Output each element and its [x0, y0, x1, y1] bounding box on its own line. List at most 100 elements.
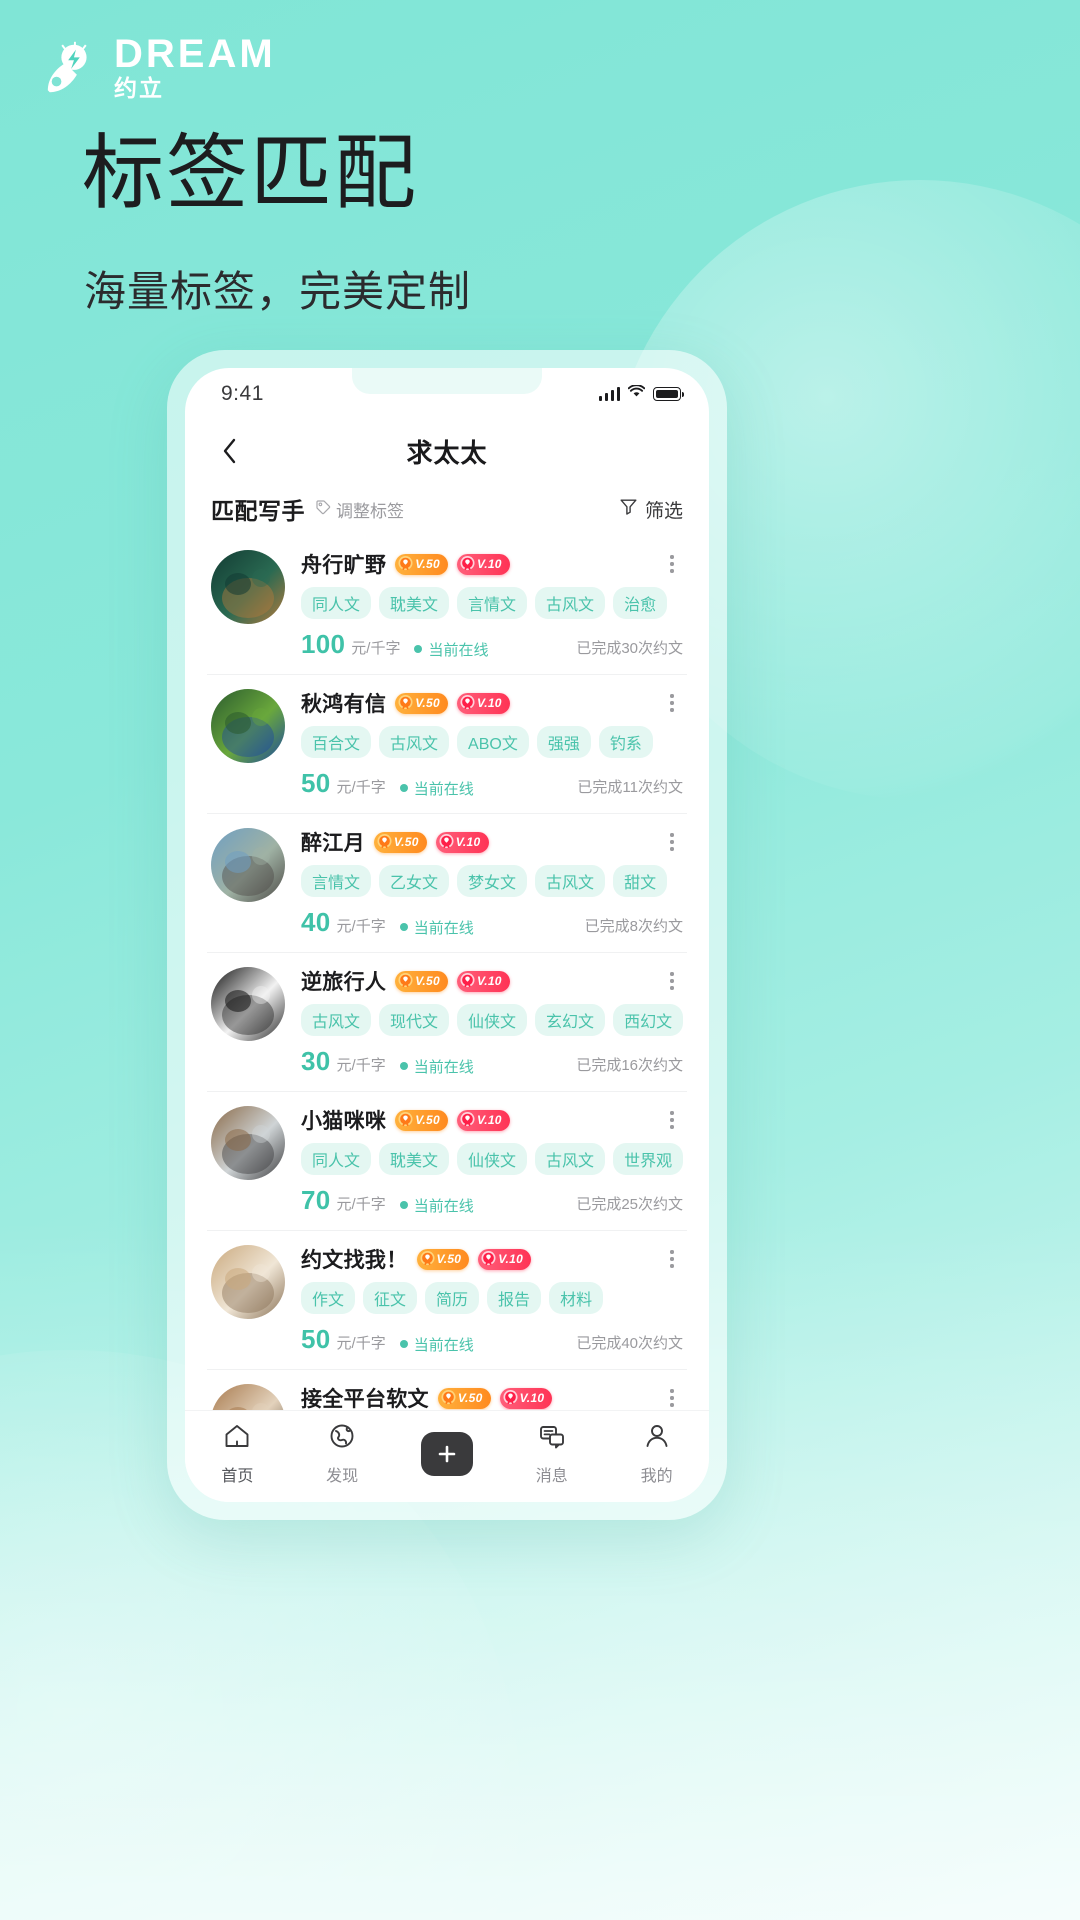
- writer-name: 舟行旷野: [301, 554, 387, 577]
- writer-row[interactable]: 醉江月 V.50 V.10 言情文 乙女文 梦女文 古风文 甜文 40 元/千字 当前在…: [207, 814, 687, 953]
- back-button[interactable]: [213, 434, 247, 468]
- writer-tag-list: 作文 征文 简历 报告 材料: [301, 1282, 683, 1314]
- writer-name: 醉江月: [301, 832, 365, 855]
- writer-row[interactable]: 逆旅行人 V.50 V.10 古风文 现代文 仙侠文 玄幻文 西幻文 30 元/千字 当…: [207, 953, 687, 1092]
- adjust-tags-label: 调整标签: [336, 501, 404, 521]
- writer-price-unit: 元/千字: [336, 1196, 386, 1213]
- avatar[interactable]: [211, 828, 285, 902]
- writer-tag[interactable]: 简历: [425, 1282, 480, 1314]
- writer-tag[interactable]: 百合文: [301, 726, 372, 758]
- writer-tag[interactable]: 耽美文: [379, 587, 450, 619]
- more-options-icon[interactable]: [661, 1386, 683, 1410]
- online-dot-icon: [399, 1062, 408, 1070]
- writer-tag[interactable]: 仙侠文: [457, 1004, 528, 1036]
- writer-tag[interactable]: 西幻文: [613, 1004, 683, 1036]
- writer-tag[interactable]: 治愈: [613, 587, 668, 619]
- plus-icon[interactable]: [420, 1431, 473, 1476]
- tab-user[interactable]: 我的: [617, 1421, 697, 1486]
- level-badge-p: V.10: [457, 1109, 510, 1131]
- tab-globe[interactable]: 发现: [302, 1421, 382, 1486]
- bottom-tab-bar[interactable]: 首页 发现 消息 我的: [185, 1410, 709, 1502]
- level-badge-v: V.50: [373, 831, 427, 853]
- writer-online-status: 当前在线: [399, 917, 474, 938]
- signal-bars-icon: [598, 387, 620, 401]
- writer-name: 逆旅行人: [301, 971, 387, 994]
- phone-notch: [352, 368, 542, 394]
- avatar[interactable]: [211, 689, 285, 763]
- writer-row[interactable]: 秋鸿有信 V.50 V.10 百合文 古风文 ABO文 强强 钓系 50 元/千字 当前…: [207, 675, 687, 814]
- more-options-icon[interactable]: [661, 1108, 683, 1132]
- writer-tag[interactable]: 古风文: [379, 726, 450, 758]
- writer-tag[interactable]: 言情文: [457, 587, 528, 619]
- more-options-icon[interactable]: [661, 969, 683, 993]
- writer-row[interactable]: 小猫咪咪 V.50 V.10 同人文 耽美文 仙侠文 古风文 世界观 70 元/千字 当…: [207, 1092, 687, 1231]
- filter-label: 筛选: [644, 500, 683, 522]
- level-badge-p: V.10: [435, 831, 489, 853]
- level-badge-p: V.10: [499, 1387, 553, 1409]
- filter-button[interactable]: 筛选: [619, 496, 683, 523]
- avatar[interactable]: [211, 1106, 285, 1180]
- avatar[interactable]: [211, 1245, 285, 1319]
- avatar[interactable]: [211, 550, 285, 624]
- more-options-icon[interactable]: [661, 1247, 683, 1271]
- writer-tag[interactable]: 报告: [487, 1282, 542, 1314]
- writer-tag[interactable]: 强强: [536, 726, 591, 758]
- writer-tag[interactable]: 古风文: [535, 865, 606, 897]
- brand-sub: 约立: [114, 75, 164, 101]
- writer-tag[interactable]: 耽美文: [379, 1143, 450, 1175]
- writer-tag[interactable]: 征文: [363, 1282, 418, 1314]
- home-icon: [222, 1421, 252, 1456]
- writer-list[interactable]: 舟行旷野 V.50 V.10 同人文 耽美文 言情文 古风文 治愈 100 元/千字 当…: [185, 536, 709, 1410]
- writer-completed-count: 已完成25次约文: [576, 1196, 683, 1213]
- battery-full-icon: [653, 387, 684, 401]
- rocket-bulb-logo-icon: [42, 36, 104, 98]
- tab-create[interactable]: [407, 1431, 487, 1476]
- writer-tag-list: 古风文 现代文 仙侠文 玄幻文 西幻文: [301, 1004, 683, 1036]
- tab-home[interactable]: 首页: [197, 1421, 277, 1486]
- writer-tag[interactable]: 世界观: [613, 1143, 683, 1175]
- writer-online-status: 当前在线: [399, 1195, 474, 1216]
- brand-word: DREAM: [114, 32, 276, 76]
- writer-tag[interactable]: 同人文: [301, 1143, 372, 1175]
- level-badge-p: V.10: [457, 970, 510, 992]
- tab-message[interactable]: 消息: [512, 1421, 592, 1486]
- writer-tag[interactable]: ABO文: [457, 726, 529, 758]
- writer-price: 70: [301, 1185, 331, 1215]
- more-options-icon[interactable]: [661, 830, 683, 854]
- writer-price-unit: 元/千字: [336, 1057, 386, 1074]
- writer-tag[interactable]: 同人文: [301, 587, 372, 619]
- writer-tag[interactable]: 古风文: [301, 1004, 372, 1036]
- writer-tag[interactable]: 乙女文: [379, 865, 450, 897]
- writer-name: 秋鸿有信: [301, 693, 387, 716]
- avatar[interactable]: [211, 1384, 285, 1410]
- writer-tag[interactable]: 梦女文: [457, 865, 528, 897]
- writer-tag[interactable]: 材料: [549, 1282, 604, 1314]
- writer-tag[interactable]: 玄幻文: [535, 1004, 606, 1036]
- level-badge-v: V.50: [395, 692, 448, 714]
- writer-price-unit: 元/千字: [351, 640, 401, 657]
- writer-tag[interactable]: 甜文: [613, 865, 668, 897]
- status-time: 9:41: [221, 382, 264, 405]
- writer-tag[interactable]: 作文: [301, 1282, 356, 1314]
- level-badge-p: V.10: [457, 553, 510, 575]
- writer-row[interactable]: 约文找我！ V.50 V.10 作文 征文 简历 报告 材料 50 元/千字 当前在线 …: [207, 1231, 687, 1370]
- writer-tag[interactable]: 钓系: [598, 726, 653, 758]
- writer-tag[interactable]: 古风文: [535, 1143, 606, 1175]
- more-options-icon[interactable]: [661, 691, 683, 715]
- message-icon: [537, 1421, 567, 1456]
- writer-tag[interactable]: 古风文: [535, 587, 606, 619]
- level-badge-v: V.50: [416, 1248, 470, 1270]
- writer-online-status: 当前在线: [399, 1056, 474, 1077]
- writer-row[interactable]: 接全平台软文 V.50 V.10 小红书抖音微博软文硬广: [207, 1370, 687, 1410]
- writer-tag[interactable]: 仙侠文: [457, 1143, 528, 1175]
- level-badge-v: V.50: [395, 1109, 448, 1131]
- more-options-icon[interactable]: [661, 552, 683, 576]
- promo-headline: 标签匹配: [82, 128, 419, 219]
- avatar[interactable]: [211, 967, 285, 1041]
- writer-completed-count: 已完成8次约文: [584, 918, 683, 935]
- writer-tag[interactable]: 言情文: [301, 865, 372, 897]
- writer-row[interactable]: 舟行旷野 V.50 V.10 同人文 耽美文 言情文 古风文 治愈 100 元/千字 当…: [207, 536, 687, 675]
- writer-tag[interactable]: 现代文: [379, 1004, 450, 1036]
- adjust-tags-button[interactable]: 调整标签: [315, 497, 404, 522]
- writer-name: 小猫咪咪: [301, 1110, 387, 1133]
